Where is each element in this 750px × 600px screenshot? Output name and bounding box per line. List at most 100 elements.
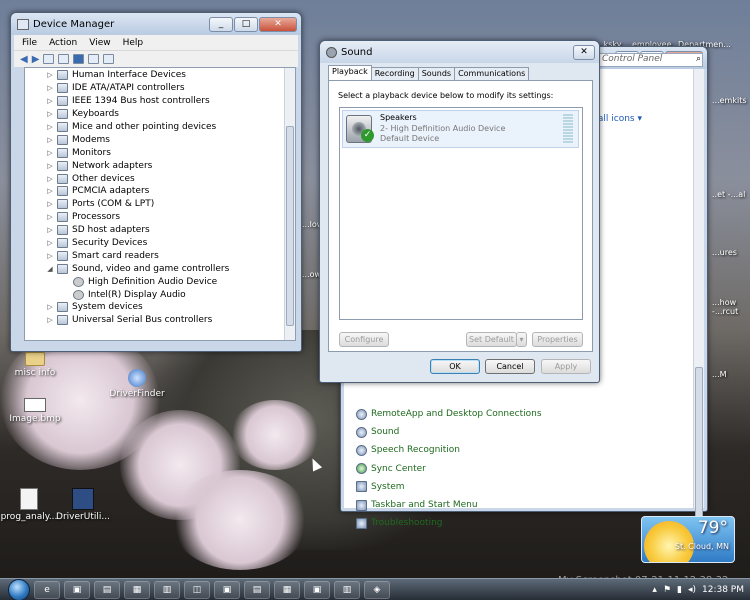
- maximize-button[interactable]: □: [234, 16, 258, 32]
- close-button[interactable]: ✕: [573, 44, 595, 60]
- spreadsheet-icon[interactable]: ▦: [124, 580, 150, 599]
- control-panel-search-input[interactable]: Control Panel: [597, 53, 703, 67]
- desktop-icon-fragment[interactable]: ..et -...al: [712, 190, 748, 199]
- scrollbar-thumb[interactable]: [695, 367, 703, 527]
- details-icon[interactable]: [88, 54, 100, 64]
- media-icon[interactable]: ▥: [334, 580, 360, 599]
- set-default-button[interactable]: Set Default: [466, 332, 517, 347]
- desktop-icon-fragment[interactable]: ...emkits: [712, 96, 747, 105]
- close-button[interactable]: ✕: [259, 16, 297, 32]
- cp-item-sound[interactable]: Sound: [356, 423, 542, 441]
- sound-dialog-titlebar[interactable]: Sound ✕: [320, 41, 599, 63]
- cp-item-speech-recognition[interactable]: Speech Recognition: [356, 441, 542, 459]
- tab-sounds[interactable]: Sounds: [417, 67, 456, 80]
- menu-action[interactable]: Action: [49, 38, 77, 48]
- network-icon[interactable]: ▮: [677, 585, 682, 595]
- tree-category-item[interactable]: ▷ System devices: [45, 301, 295, 314]
- document-icon[interactable]: ▥: [154, 580, 180, 599]
- tree-child-item[interactable]: Intel(R) Display Audio: [45, 288, 295, 301]
- back-arrow-icon[interactable]: ◀: [20, 54, 28, 65]
- device-manager-window[interactable]: Device Manager _ □ ✕ File Action View He…: [10, 12, 302, 352]
- tree-expander-icon[interactable]: ▷: [45, 316, 55, 324]
- scan-hardware-icon[interactable]: [103, 54, 115, 64]
- desktop-icon-driverfinder[interactable]: DriverFinder: [102, 369, 172, 399]
- tree-category-item[interactable]: ▷ IDE ATA/ATAPI controllers: [45, 82, 295, 95]
- folder-icon[interactable]: ▤: [94, 580, 120, 599]
- notes-icon[interactable]: ▤: [244, 580, 270, 599]
- desktop-icon-misc-info[interactable]: misc info: [0, 352, 70, 378]
- minimize-button[interactable]: _: [209, 16, 233, 32]
- tree-category-item[interactable]: ▷ Human Interface Devices: [45, 69, 295, 82]
- tree-expander-icon[interactable]: ▷: [45, 239, 55, 247]
- weather-gadget[interactable]: 79° St. Cloud, MN: [641, 516, 735, 563]
- tree-category-item[interactable]: ◢ Sound, video and game controllers: [45, 262, 295, 275]
- tree-expander-icon[interactable]: ▷: [45, 149, 55, 157]
- tree-category-item[interactable]: ▷ Monitors: [45, 146, 295, 159]
- cp-item-taskbar[interactable]: Taskbar and Start Menu: [356, 496, 542, 514]
- apply-button[interactable]: Apply: [541, 359, 591, 374]
- tree-expander-icon[interactable]: ▷: [45, 226, 55, 234]
- tree-category-item[interactable]: ▷ Universal Serial Bus controllers: [45, 314, 295, 327]
- volume-icon[interactable]: ◂): [688, 585, 696, 595]
- device-manager-titlebar[interactable]: Device Manager _ □ ✕: [11, 13, 301, 35]
- cp-item-system[interactable]: System: [356, 478, 542, 496]
- tree-category-item[interactable]: ▷ SD host adapters: [45, 224, 295, 237]
- internet-explorer-icon[interactable]: e: [34, 580, 60, 599]
- tree-category-item[interactable]: ▷ Security Devices: [45, 237, 295, 250]
- menu-help[interactable]: Help: [123, 38, 144, 48]
- shield-taskbar-icon[interactable]: ◈: [364, 580, 390, 599]
- cancel-button[interactable]: Cancel: [485, 359, 535, 374]
- tree-expander-icon[interactable]: ▷: [45, 97, 55, 105]
- cp-item-sync-center[interactable]: Sync Center: [356, 460, 542, 478]
- control-panel-taskbar-icon[interactable]: ▦: [274, 580, 300, 599]
- tree-expander-icon[interactable]: ▷: [45, 136, 55, 144]
- desktop-icon-fragment[interactable]: ...how -...rcut: [712, 298, 748, 316]
- explorer-icon[interactable]: ▣: [64, 580, 90, 599]
- tree-expander-icon[interactable]: ▷: [45, 123, 55, 131]
- tree-expander-icon[interactable]: ▷: [45, 84, 55, 92]
- tree-expander-icon[interactable]: ▷: [45, 187, 55, 195]
- control-panel-scrollbar[interactable]: [693, 69, 704, 527]
- properties-icon[interactable]: [58, 54, 70, 64]
- scrollbar-thumb[interactable]: [286, 126, 294, 326]
- tree-child-item[interactable]: High Definition Audio Device: [45, 275, 295, 288]
- tree-expander-icon[interactable]: ▷: [45, 303, 55, 311]
- tree-category-item[interactable]: ▷ IEEE 1394 Bus host controllers: [45, 95, 295, 108]
- playback-device-list[interactable]: ✓ Speakers 2- High Definition Audio Devi…: [339, 107, 583, 320]
- tab-recording[interactable]: Recording: [370, 67, 419, 80]
- tree-expander-icon[interactable]: ▷: [45, 200, 55, 208]
- action-center-flag-icon[interactable]: ⚑: [663, 585, 671, 595]
- tree-expander-icon[interactable]: ▷: [45, 213, 55, 221]
- tree-expander-icon[interactable]: ◢: [45, 265, 55, 273]
- sound-dialog[interactable]: Sound ✕ Playback Recording Sounds Commun…: [319, 40, 600, 383]
- cp-item-remoteapp[interactable]: RemoteApp and Desktop Connections: [356, 405, 542, 423]
- properties-button[interactable]: Properties: [532, 332, 583, 347]
- start-button[interactable]: [8, 578, 30, 600]
- search-icon[interactable]: ⌕: [696, 54, 701, 64]
- tree-category-item[interactable]: ▷ PCMCIA adapters: [45, 185, 295, 198]
- menu-view[interactable]: View: [89, 38, 110, 48]
- tab-playback[interactable]: Playback: [328, 65, 372, 80]
- tree-category-item[interactable]: ▷ Network adapters: [45, 159, 295, 172]
- clock[interactable]: 12:38 PM: [702, 585, 744, 595]
- tree-category-item[interactable]: ▷ Processors: [45, 211, 295, 224]
- device-tree[interactable]: ▷ Human Interface Devices ▷ IDE ATA/ATAPI c…: [24, 67, 296, 341]
- tree-expander-icon[interactable]: ▷: [45, 110, 55, 118]
- cp-item-troubleshooting[interactable]: Troubleshooting: [356, 514, 542, 532]
- configure-button[interactable]: Configure: [339, 332, 389, 347]
- tree-category-item[interactable]: ▷ Other devices: [45, 172, 295, 185]
- tab-communications[interactable]: Communications: [454, 67, 530, 80]
- tree-category-item[interactable]: ▷ Ports (COM & LPT): [45, 198, 295, 211]
- device-manager-taskbar-icon[interactable]: ▣: [304, 580, 330, 599]
- tree-category-item[interactable]: ▷ Smart card readers: [45, 249, 295, 262]
- desktop-icon-fragment[interactable]: ...M: [712, 370, 727, 379]
- help-icon[interactable]: [73, 54, 85, 64]
- tray-up-arrow-icon[interactable]: ▴: [652, 585, 657, 595]
- set-default-dropdown[interactable]: ▾: [516, 332, 527, 347]
- tree-expander-icon[interactable]: ▷: [45, 175, 55, 183]
- desktop-icon-fragment[interactable]: ...ures: [712, 248, 737, 257]
- tree-category-item[interactable]: ▷ Keyboards: [45, 108, 295, 121]
- desktop-icon-driverutility[interactable]: DriverUtili...: [48, 488, 118, 522]
- device-tree-scrollbar[interactable]: [284, 68, 295, 340]
- drive-icon[interactable]: ◫: [184, 580, 210, 599]
